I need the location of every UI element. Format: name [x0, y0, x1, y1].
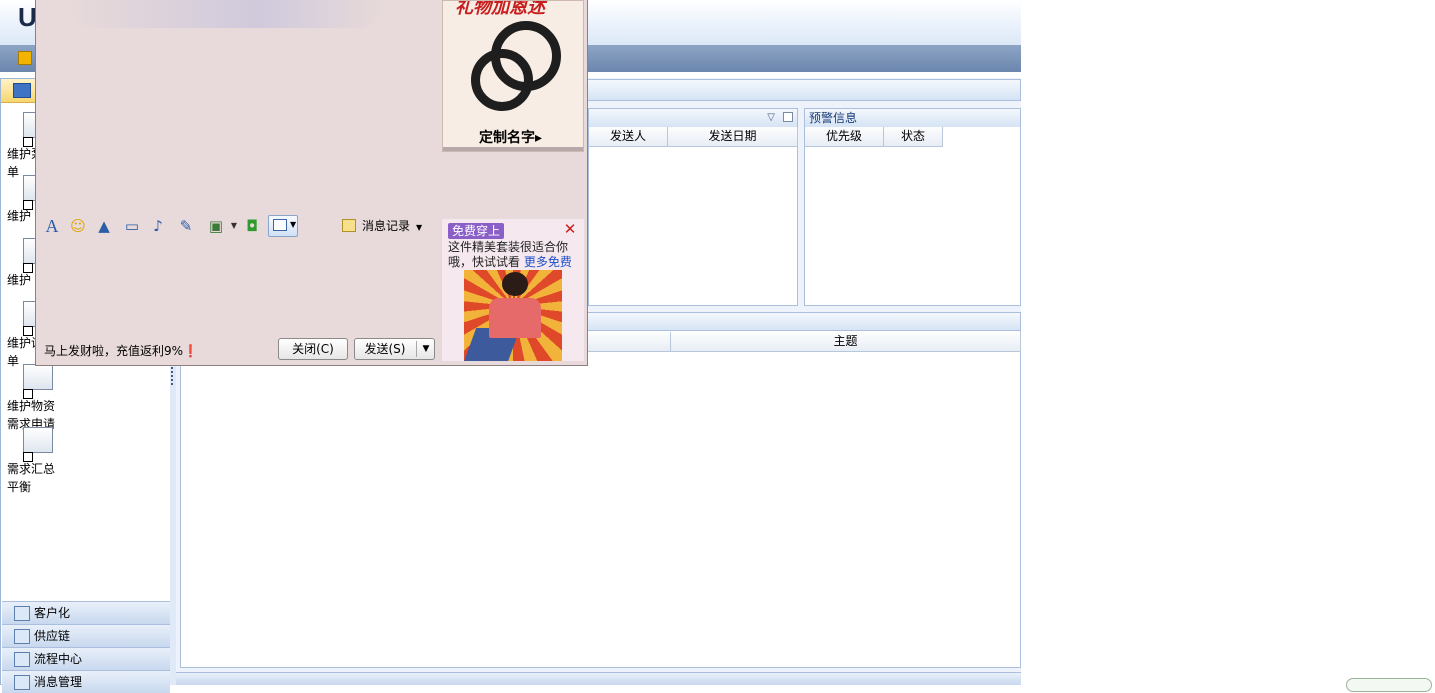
category-process-center[interactable]: 流程中心 — [2, 647, 170, 670]
ad-scroll-indicator — [443, 147, 583, 151]
promo-text[interactable]: 马上发财啦，充值返利9%❗ — [44, 342, 198, 359]
chat-header-art — [66, 0, 386, 28]
ad-caption[interactable]: 定制名字▸ — [479, 127, 542, 147]
category-message-management[interactable]: 消息管理 — [2, 670, 170, 693]
chevron-down-icon[interactable]: ▽ — [767, 109, 775, 127]
column-header-subject[interactable]: 主题 — [671, 332, 1021, 352]
alert-panel-title: 预警信息 — [805, 109, 1020, 127]
font-icon[interactable]: A — [42, 217, 62, 235]
close-icon[interactable]: ✕ — [562, 220, 578, 238]
chevron-down-icon: ▼ — [290, 220, 297, 229]
send-button[interactable]: 发送(S) ▼ — [354, 338, 435, 360]
image-icon[interactable]: ▣ — [206, 217, 226, 235]
column-header-send-date[interactable]: 发送日期 — [668, 127, 798, 147]
alert-panel: 预警信息 优先级 状态 — [804, 108, 1021, 306]
computer-icon — [13, 83, 31, 98]
send-button-label: 发送(S) — [364, 342, 406, 356]
grid-icon — [14, 606, 30, 621]
edit-icon[interactable]: ✎ — [176, 217, 196, 235]
screenshot-icon — [273, 219, 287, 231]
chat-toolbar: A ☺ ▲ ▭ ♪ ✎ ▣ ▼ ◘ ▼ 消息记录 ▼ — [36, 212, 441, 240]
chevron-down-icon[interactable]: ▼ — [224, 217, 244, 235]
ad-slogan: 礼物加恩述 — [455, 0, 545, 18]
category-label: 流程中心 — [34, 652, 83, 666]
status-bar — [176, 672, 1021, 685]
document-icon[interactable] — [23, 427, 53, 462]
category-label: 消息管理 — [34, 675, 83, 689]
ad-badge: 免费穿上 — [448, 223, 505, 239]
figure-shirt — [489, 298, 541, 338]
tray-notification[interactable] — [1346, 678, 1432, 692]
category-label: 供应链 — [34, 629, 71, 643]
ad-text: 这件精美套装很适合你哦，快试试看 更多免费 — [448, 240, 582, 270]
category-label: 客户化 — [34, 606, 71, 620]
process-icon — [14, 652, 30, 667]
document-icon[interactable] — [23, 364, 53, 399]
message-record-button[interactable]: 消息记录 ▼ — [342, 217, 422, 235]
more-free-link[interactable]: 更多免费 — [524, 255, 572, 269]
envelope-icon — [14, 675, 30, 690]
video-icon[interactable]: ▭ — [122, 217, 142, 235]
column-header-priority[interactable]: 优先级 — [805, 127, 884, 147]
category-customization[interactable]: 客户化 — [2, 601, 170, 624]
column-header-status[interactable]: 状态 — [884, 127, 943, 147]
bottom-list-panel: 类型 主题 — [180, 330, 1021, 668]
shake-icon[interactable]: ▲ — [94, 217, 114, 235]
folder-icon[interactable] — [18, 51, 32, 65]
message-record-label: 消息记录 — [362, 219, 411, 233]
chat-window: 礼物加恩述 定制名字▸ A ☺ ▲ ▭ ♪ ✎ ▣ ▼ ◘ ▼ 消息记录 ▼ 马上… — [35, 0, 588, 366]
splitter-grip[interactable] — [171, 367, 174, 385]
gift-icon[interactable]: ◘ — [242, 217, 262, 235]
minimize-icon[interactable] — [783, 112, 793, 122]
chevron-down-icon[interactable]: ▼ — [419, 339, 433, 359]
message-panel-title: ▽ — [589, 109, 797, 127]
message-panel: ▽ 发送人 发送日期 — [588, 108, 798, 306]
category-supply-chain[interactable]: 供应链 — [2, 624, 170, 647]
history-icon — [342, 219, 356, 232]
emoji-icon[interactable]: ☺ — [68, 217, 88, 235]
column-header-sender[interactable]: 发送人 — [589, 127, 668, 147]
supply-chain-icon — [14, 629, 30, 644]
close-button[interactable]: 关闭(C) — [278, 338, 348, 360]
figure-head — [502, 272, 528, 296]
screenshot-button[interactable]: ▼ — [268, 215, 298, 237]
ad-banner-outfit[interactable]: 免费穿上 ✕ 这件精美套装很适合你哦，快试试看 更多免费 — [442, 219, 584, 361]
ring-image — [471, 49, 533, 111]
chevron-down-icon: ▼ — [416, 223, 423, 232]
nav-item-demand-balance[interactable]: 需求汇总 平衡 — [7, 460, 71, 496]
divider — [416, 341, 417, 357]
app-logo: U — [18, 2, 37, 32]
ad-banner-rings[interactable]: 礼物加恩述 定制名字▸ — [442, 0, 584, 152]
voice-icon[interactable]: ♪ — [148, 217, 168, 235]
ad-illustration[interactable] — [463, 270, 562, 361]
